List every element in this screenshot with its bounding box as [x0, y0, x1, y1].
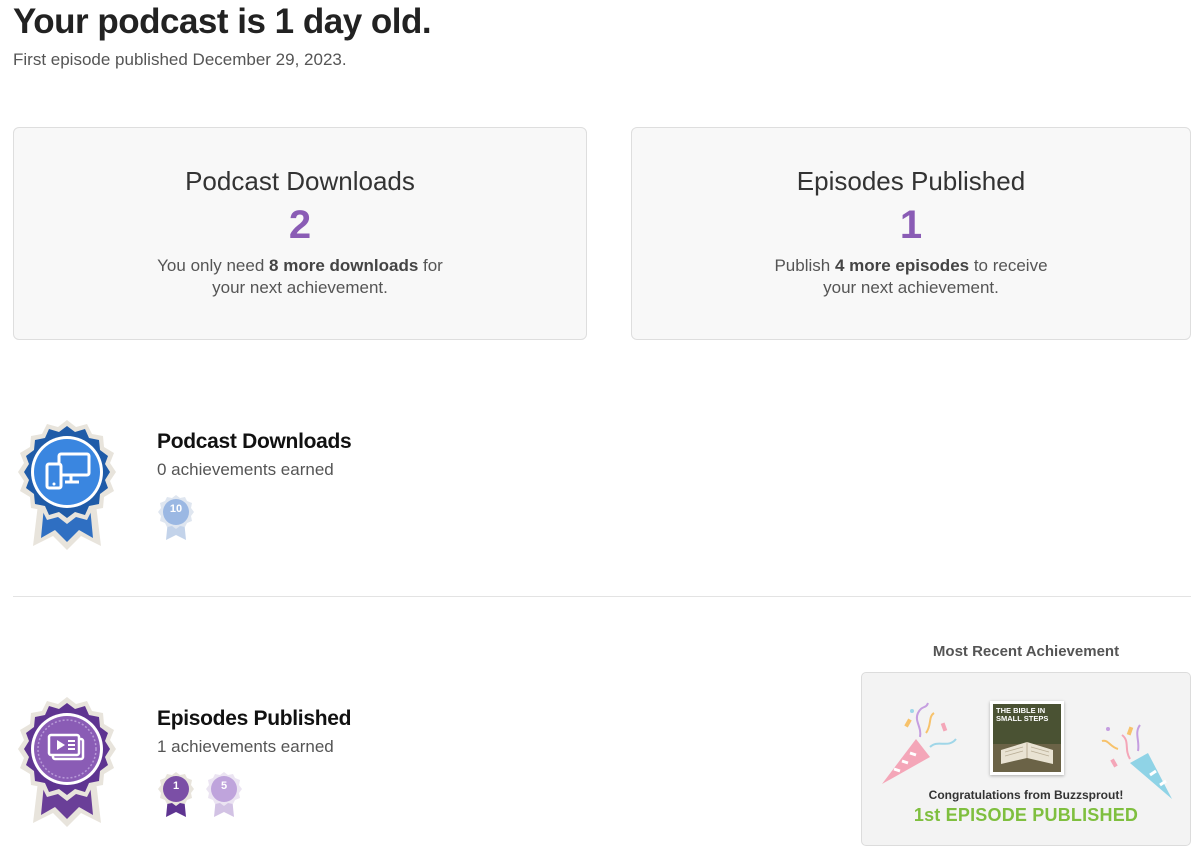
podcast-cover-art: THE BIBLE IN SMALL STEPS: [990, 701, 1064, 775]
devices-icon: [18, 420, 116, 550]
badge-1-episode[interactable]: 1: [157, 771, 195, 819]
mini-badges: 10: [157, 494, 195, 542]
note-highlight: 4 more episodes: [834, 256, 970, 275]
achievement-info: Episodes Published 1 achievements earned: [157, 707, 351, 757]
achievement-count: 0 achievements earned: [157, 460, 334, 479]
page-title: Your podcast is 1 day old.: [13, 2, 432, 41]
badge-shape-icon: [158, 772, 194, 817]
note-text: You only need: [157, 256, 270, 275]
recent-achievement-card[interactable]: THE BIBLE IN SMALL STEPS Congratulations…: [861, 672, 1191, 846]
mini-badges: 1 5: [157, 771, 243, 819]
badge-label: 5: [220, 780, 228, 792]
episodes-stat-card: Episodes Published 1 Publish 4 more epis…: [631, 127, 1191, 340]
note-text: to receive: [969, 256, 1048, 275]
milestone-title: 1st EPISODE PUBLISHED: [913, 805, 1139, 825]
party-popper-icon: [882, 702, 957, 784]
congratulations-text: Congratulations from Buzzsprout!: [928, 788, 1124, 802]
achievement-count: 1 achievements earned: [157, 737, 334, 756]
section-divider: [13, 596, 1191, 597]
stat-title: Podcast Downloads: [185, 166, 415, 196]
note-text: your next achievement.: [823, 278, 999, 297]
achievement-title: Podcast Downloads: [157, 430, 352, 453]
note-text: for: [418, 256, 443, 275]
badge-shape-icon: [206, 772, 242, 817]
badge-label: 1: [172, 780, 180, 792]
episodes-count: 1: [899, 203, 923, 247]
badge-5-episodes[interactable]: 5: [205, 771, 243, 819]
downloads-note: You only need 8 more downloads for your …: [14, 255, 586, 299]
downloads-stat-card: Podcast Downloads 2 You only need 8 more…: [13, 127, 587, 340]
page-subtitle: First episode published December 29, 202…: [13, 50, 347, 69]
downloads-count: 2: [288, 203, 312, 247]
recent-achievement-heading: Most Recent Achievement: [932, 643, 1120, 660]
note-text: Publish: [774, 256, 835, 275]
episodes-note: Publish 4 more episodes to receive your …: [632, 255, 1190, 299]
badge-shape-icon: [158, 495, 194, 540]
note-text: your next achievement.: [212, 278, 388, 297]
cover-title: THE BIBLE IN SMALL STEPS: [996, 706, 1049, 723]
achievement-info: Podcast Downloads 0 achievements earned: [157, 430, 352, 480]
stat-title: Episodes Published: [796, 166, 1026, 196]
episodes-icon: [18, 697, 116, 827]
badge-10-downloads[interactable]: 10: [157, 494, 195, 542]
note-highlight: 8 more downloads: [269, 256, 419, 275]
badge-label: 10: [169, 503, 183, 515]
achievement-title: Episodes Published: [157, 707, 352, 730]
